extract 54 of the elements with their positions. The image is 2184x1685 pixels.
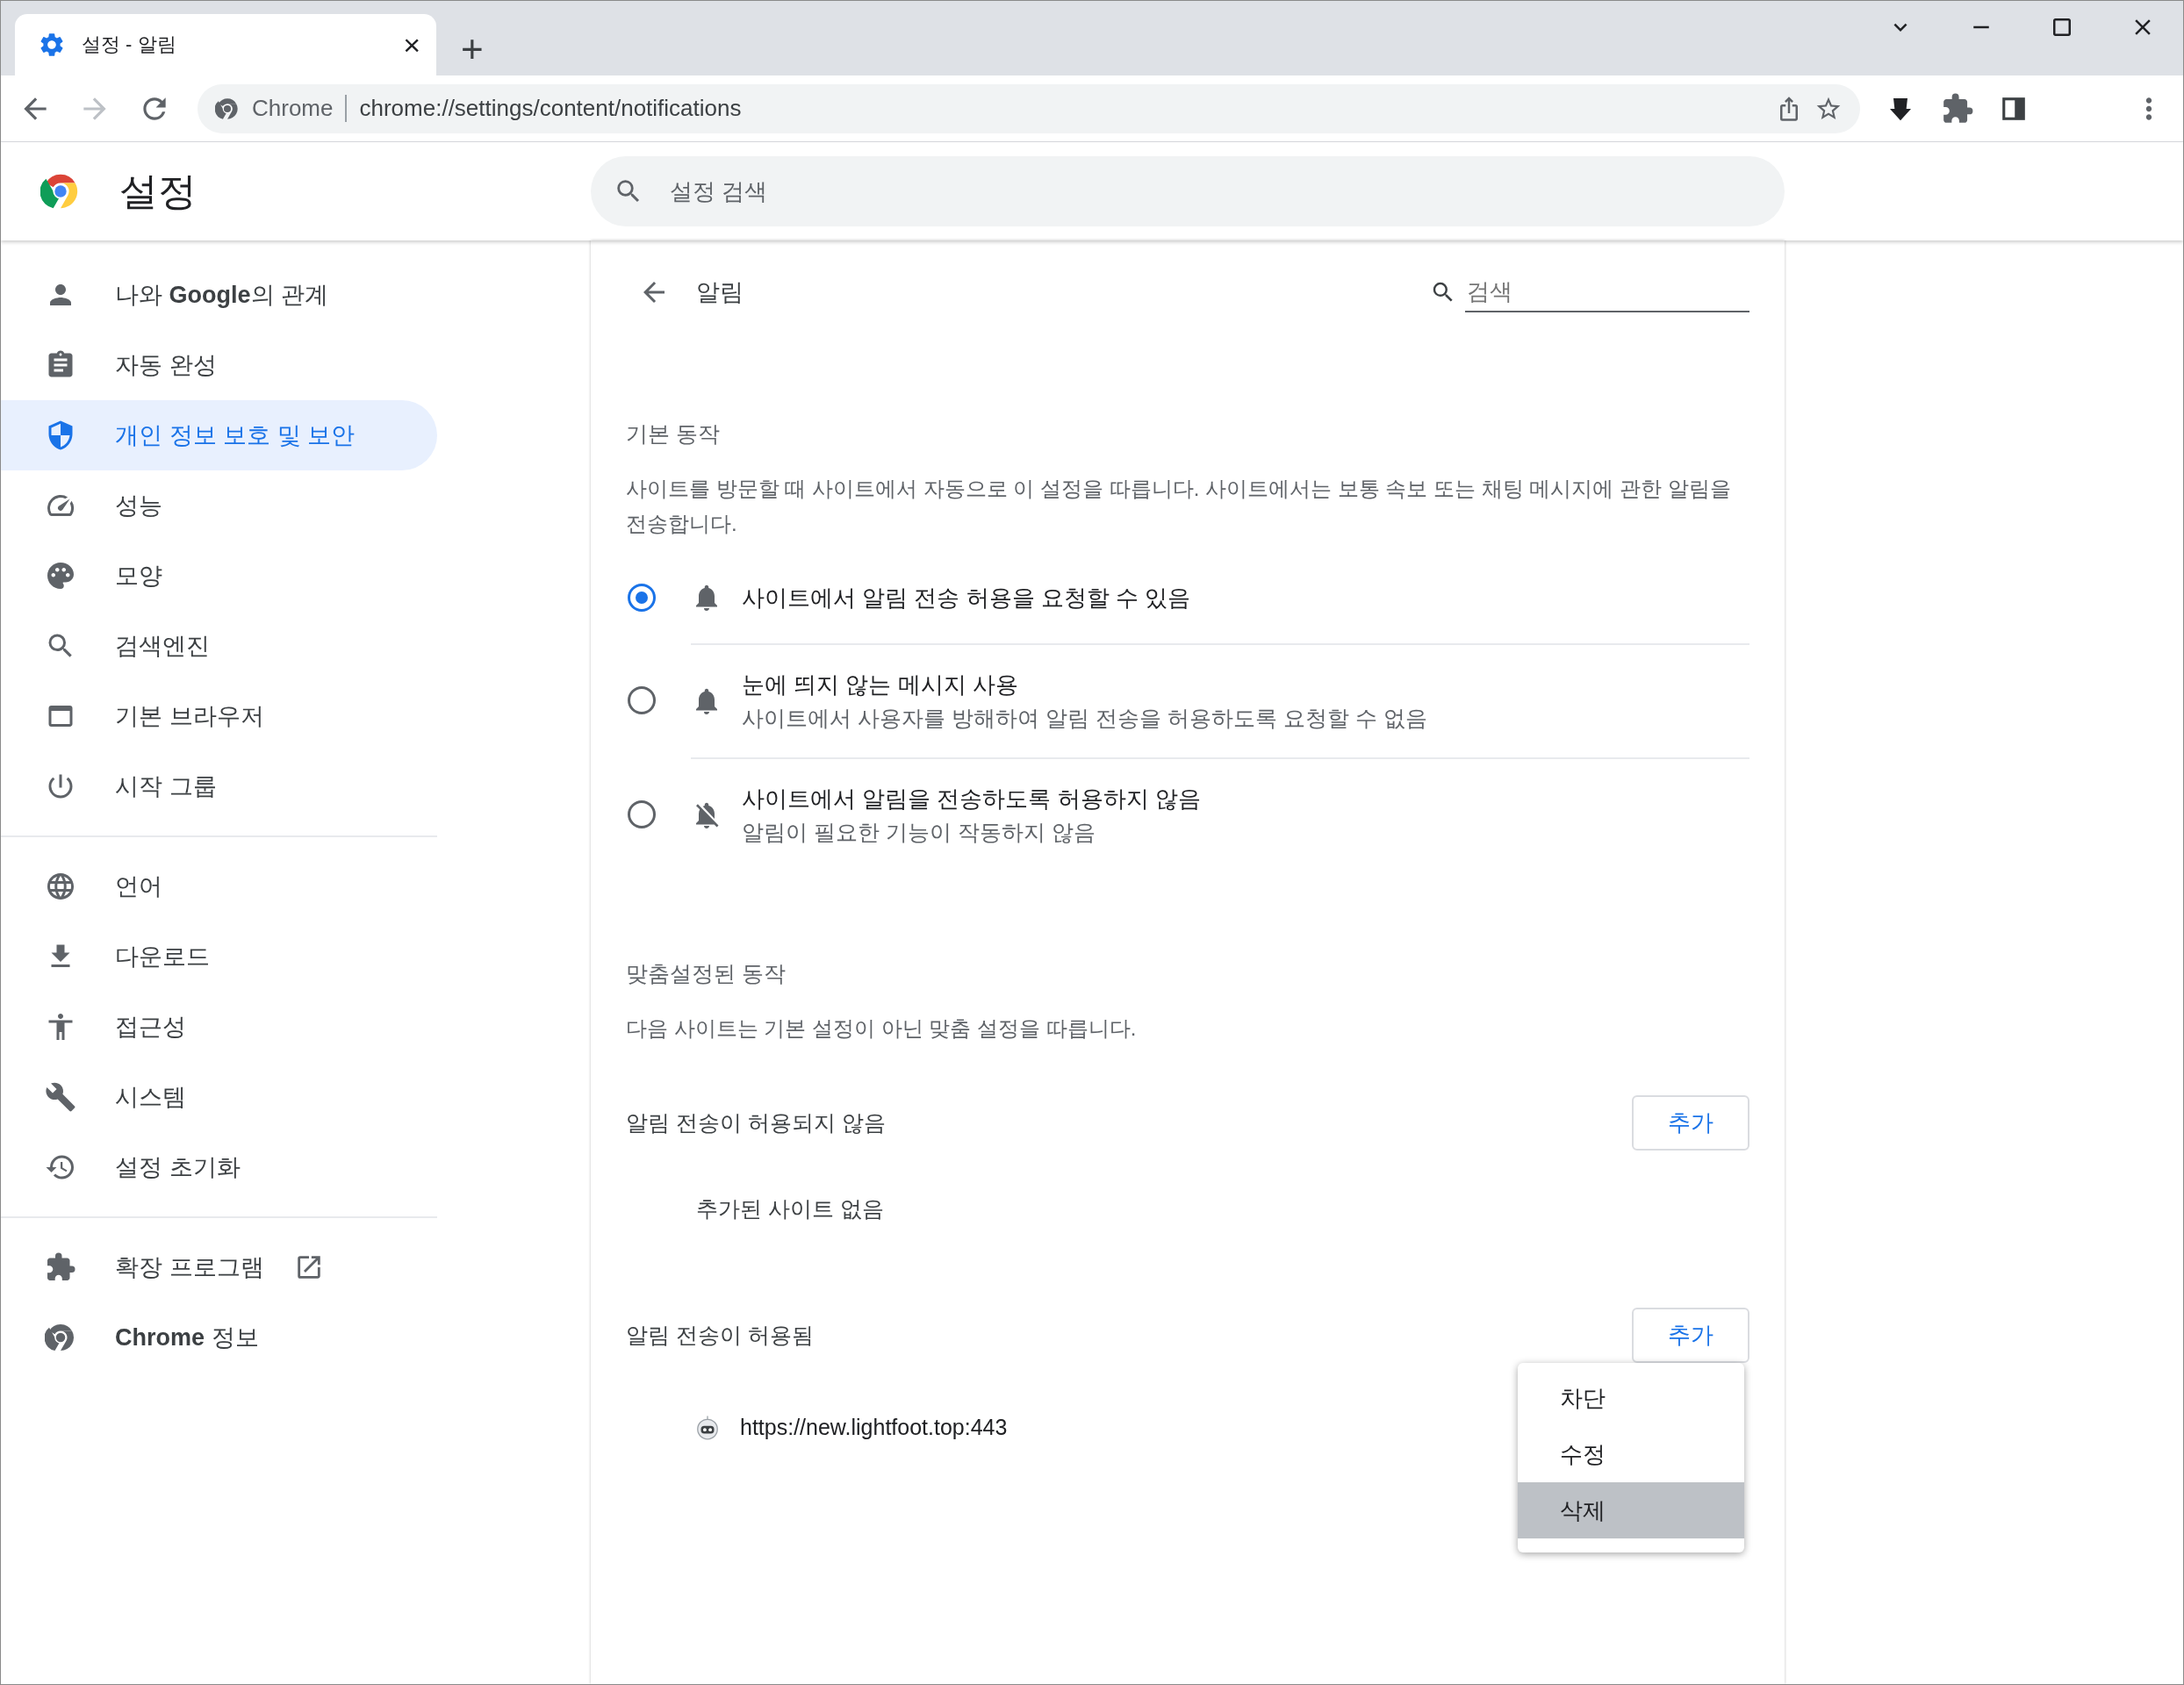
sidebar-item[interactable]: 자동 완성 (1, 330, 437, 400)
section-heading: 기본 동작 (626, 420, 721, 448)
section-description: 사이트를 방문할 때 사이트에서 자동으로 이 설정을 따릅니다. 사이트에서는 보통 속보 또는 채팅 메시지에 관한 알림을 전송합니다. (626, 476, 1732, 537)
address-bar[interactable]: Chrome chrome://settings/content/notifications (198, 83, 1860, 133)
side-panel-icon[interactable] (2001, 95, 2027, 122)
page-title: 알림 (696, 278, 744, 307)
sidebar-item[interactable]: 시스템 (1, 1062, 437, 1132)
sidebar-item[interactable]: 모양 (1, 541, 437, 611)
list-title: 알림 전송이 허용됨 (626, 1322, 814, 1349)
sidebar-item[interactable]: 나와 Google의 관계 (1, 260, 437, 330)
sidebar-item[interactable]: 언어 (1, 851, 437, 921)
settings-title: 설정 (119, 168, 197, 214)
section-heading: 맞춤설정된 동작 (626, 960, 787, 987)
option-title: 사이트에서 알림을 전송하도록 허용하지 않음 (742, 785, 1201, 814)
search-field[interactable]: 검색 (1465, 272, 1749, 312)
menu-item[interactable]: 차단 (1518, 1370, 1744, 1426)
add-button[interactable]: 추가 (1632, 1308, 1749, 1363)
option-description: 알림이 필요한 기능이 작동하지 않음 (742, 819, 1096, 846)
empty-list-text: 추가된 사이트 없음 (695, 1195, 885, 1223)
sidebar-item[interactable]: 시작 그룹 (1, 751, 437, 821)
option-title: 눈에 띄지 않는 메시지 사용 (742, 670, 1019, 699)
sidebar-item[interactable]: Chrome 정보 (1, 1302, 437, 1373)
chrome-logo-icon (215, 96, 240, 121)
option-description: 사이트에서 사용자를 방해하여 알림 전송을 허용하도록 요청할 수 없음 (742, 705, 1427, 732)
new-tab-button[interactable]: + (461, 30, 484, 68)
palette-icon (45, 560, 76, 592)
menu-item[interactable]: 삭제 (1518, 1482, 1744, 1538)
radio-button[interactable] (628, 800, 656, 828)
chrome-logo-icon (45, 1322, 76, 1353)
puzzle-icon[interactable] (1941, 91, 1974, 125)
puzzle-icon (45, 1251, 76, 1283)
sidebar-item[interactable]: 다운로드 (1, 921, 437, 992)
sidebar-item[interactable]: 검색엔진 (1, 611, 437, 681)
option-title: 사이트에서 알림 전송 허용을 요청할 수 있음 (742, 583, 1191, 613)
robot-favicon-icon (694, 1414, 721, 1440)
tab-title: 설정 - 알림 (82, 32, 177, 57)
site-url: https://new.lightfoot.top:443 (740, 1414, 1008, 1440)
wrench-icon (45, 1081, 76, 1113)
sidebar-item[interactable]: 기본 브라우저 (1, 681, 437, 751)
globe-icon (45, 871, 76, 902)
tab-close-button[interactable]: × (403, 30, 420, 60)
sidebar-item[interactable]: 확장 프로그램 (1, 1232, 437, 1302)
sidebar-item[interactable]: 개인 정보 보호 및 보안 (1, 400, 437, 470)
sidebar-item[interactable]: 접근성 (1, 992, 437, 1062)
add-button[interactable]: 추가 (1632, 1095, 1749, 1151)
radio-button[interactable] (628, 584, 656, 612)
sidebar-item[interactable]: 성능 (1, 470, 437, 541)
section-description: 다음 사이트는 기본 설정이 아닌 맞춤 설정을 따릅니다. (626, 1015, 1138, 1042)
sidebar-item[interactable]: 설정 초기화 (1, 1132, 437, 1202)
settings-search-field[interactable]: 설정 검색 (591, 156, 1785, 226)
menu-item[interactable]: 수정 (1518, 1426, 1744, 1482)
browser-tab[interactable]: 설정 - 알림 × (15, 14, 436, 75)
radio-button[interactable] (628, 686, 656, 714)
list-title: 알림 전송이 허용되지 않음 (626, 1109, 886, 1136)
